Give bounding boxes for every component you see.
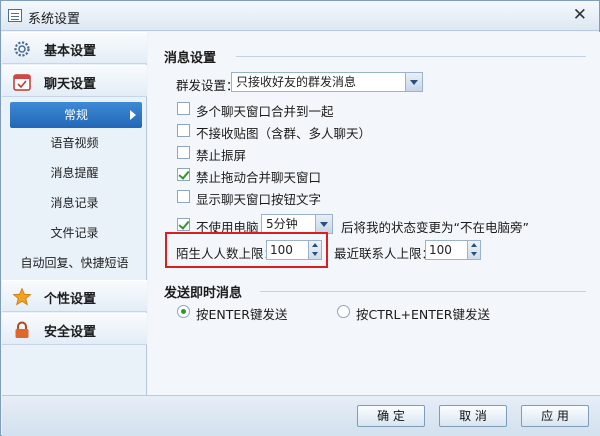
no-drag-merge-label: 禁止拖动合并聊天窗口 bbox=[196, 170, 322, 185]
lock-icon bbox=[15, 321, 29, 338]
sidebar-item-file-history[interactable]: 文件记录 bbox=[2, 218, 147, 248]
group-send-label: 群发设置： bbox=[176, 78, 239, 93]
sidebar-category-basic[interactable]: 基本设置 bbox=[2, 32, 147, 64]
divider bbox=[236, 56, 586, 57]
chevron-down-icon bbox=[315, 215, 332, 233]
ok-button[interactable]: 确 定 bbox=[357, 405, 425, 427]
enter-send-radio[interactable] bbox=[177, 305, 190, 318]
send-message-title: 发送即时消息 bbox=[164, 286, 243, 301]
divider bbox=[260, 291, 586, 292]
chevron-down-icon bbox=[405, 73, 422, 91]
gear-icon bbox=[14, 41, 30, 57]
sidebar-item-label: 常规 bbox=[63, 108, 88, 122]
chevron-right-icon bbox=[130, 110, 136, 120]
ctrl-enter-send-radio[interactable] bbox=[337, 305, 350, 318]
show-button-text-checkbox[interactable] bbox=[177, 190, 190, 203]
stranger-limit-stepper[interactable]: 100 bbox=[266, 240, 322, 260]
sidebar-category-label: 聊天设置 bbox=[44, 77, 97, 92]
idle-time-select[interactable]: 5分钟 bbox=[261, 214, 333, 234]
apply-button[interactable]: 应 用 bbox=[521, 405, 589, 427]
idle-suffix: 后将我的状态变更为“不在电脑旁” bbox=[341, 220, 529, 235]
ctrl-enter-send-label: 按CTRL+ENTER键发送 bbox=[356, 307, 490, 322]
show-button-text-label: 显示聊天窗口按钮文字 bbox=[196, 192, 322, 207]
settings-panel: 消息设置 群发设置： 只接收好友的群发消息 多个聊天窗口合并到一起 不接收贴图（… bbox=[148, 32, 600, 395]
sidebar-item-auto-reply[interactable]: 自动回复、快捷短语 bbox=[2, 248, 147, 278]
group-send-select[interactable]: 只接收好友的群发消息 bbox=[231, 72, 423, 92]
sidebar-category-label: 基本设置 bbox=[44, 44, 97, 59]
stranger-limit-value: 100 bbox=[270, 243, 293, 257]
sidebar-item-message-alert[interactable]: 消息提醒 bbox=[2, 158, 147, 188]
sidebar-category-chat[interactable]: 聊天设置 bbox=[2, 65, 147, 97]
message-settings-title: 消息设置 bbox=[164, 51, 217, 66]
footer-bar: 确 定 取 消 应 用 bbox=[2, 395, 600, 436]
spinner-arrows-icon[interactable] bbox=[308, 241, 321, 259]
sidebar-item-general[interactable]: 常规 bbox=[10, 102, 142, 128]
sidebar-category-label: 个性设置 bbox=[44, 292, 97, 307]
idle-time-value: 5分钟 bbox=[266, 217, 298, 231]
recent-limit-value: 100 bbox=[429, 243, 452, 257]
close-icon[interactable]: ✕ bbox=[573, 6, 587, 24]
no-shake-label: 禁止振屏 bbox=[196, 148, 247, 163]
recent-limit-stepper[interactable]: 100 bbox=[425, 240, 481, 260]
chat-calendar-icon bbox=[13, 74, 31, 91]
idle-checkbox[interactable] bbox=[177, 218, 190, 231]
sidebar-item-message-history[interactable]: 消息记录 bbox=[2, 188, 147, 218]
sidebar-category-label: 安全设置 bbox=[44, 325, 97, 340]
no-stickers-checkbox[interactable] bbox=[177, 124, 190, 137]
settings-app-icon bbox=[8, 9, 22, 22]
window-title: 系统设置 bbox=[28, 12, 81, 27]
spinner-arrows-icon[interactable] bbox=[467, 241, 480, 259]
enter-send-label: 按ENTER键发送 bbox=[196, 307, 288, 322]
sidebar-category-personal[interactable]: 个性设置 bbox=[2, 280, 147, 312]
no-drag-merge-checkbox[interactable] bbox=[177, 168, 190, 181]
no-stickers-label: 不接收贴图（含群、多人聊天） bbox=[196, 126, 372, 141]
sidebar-category-security[interactable]: 安全设置 bbox=[2, 313, 147, 345]
merge-windows-checkbox[interactable] bbox=[177, 102, 190, 115]
title-bar: 系统设置 ✕ bbox=[1, 1, 599, 31]
star-icon bbox=[12, 287, 32, 306]
merge-windows-label: 多个聊天窗口合并到一起 bbox=[196, 104, 334, 119]
settings-window: 系统设置 ✕ 基本设置 聊天设置 常规 语音视频 消息提醒 消息记录 文件记录 bbox=[0, 0, 600, 436]
group-send-value: 只接收好友的群发消息 bbox=[236, 75, 357, 89]
stranger-limit-label: 陌生人人数上限： bbox=[176, 246, 277, 261]
no-shake-checkbox[interactable] bbox=[177, 146, 190, 159]
sidebar-item-voice-video[interactable]: 语音视频 bbox=[2, 128, 147, 158]
recent-limit-label: 最近联系人上限： bbox=[334, 246, 435, 261]
sidebar: 基本设置 聊天设置 常规 语音视频 消息提醒 消息记录 文件记录 自动回复、快捷… bbox=[2, 32, 147, 395]
cancel-button[interactable]: 取 消 bbox=[439, 405, 507, 427]
